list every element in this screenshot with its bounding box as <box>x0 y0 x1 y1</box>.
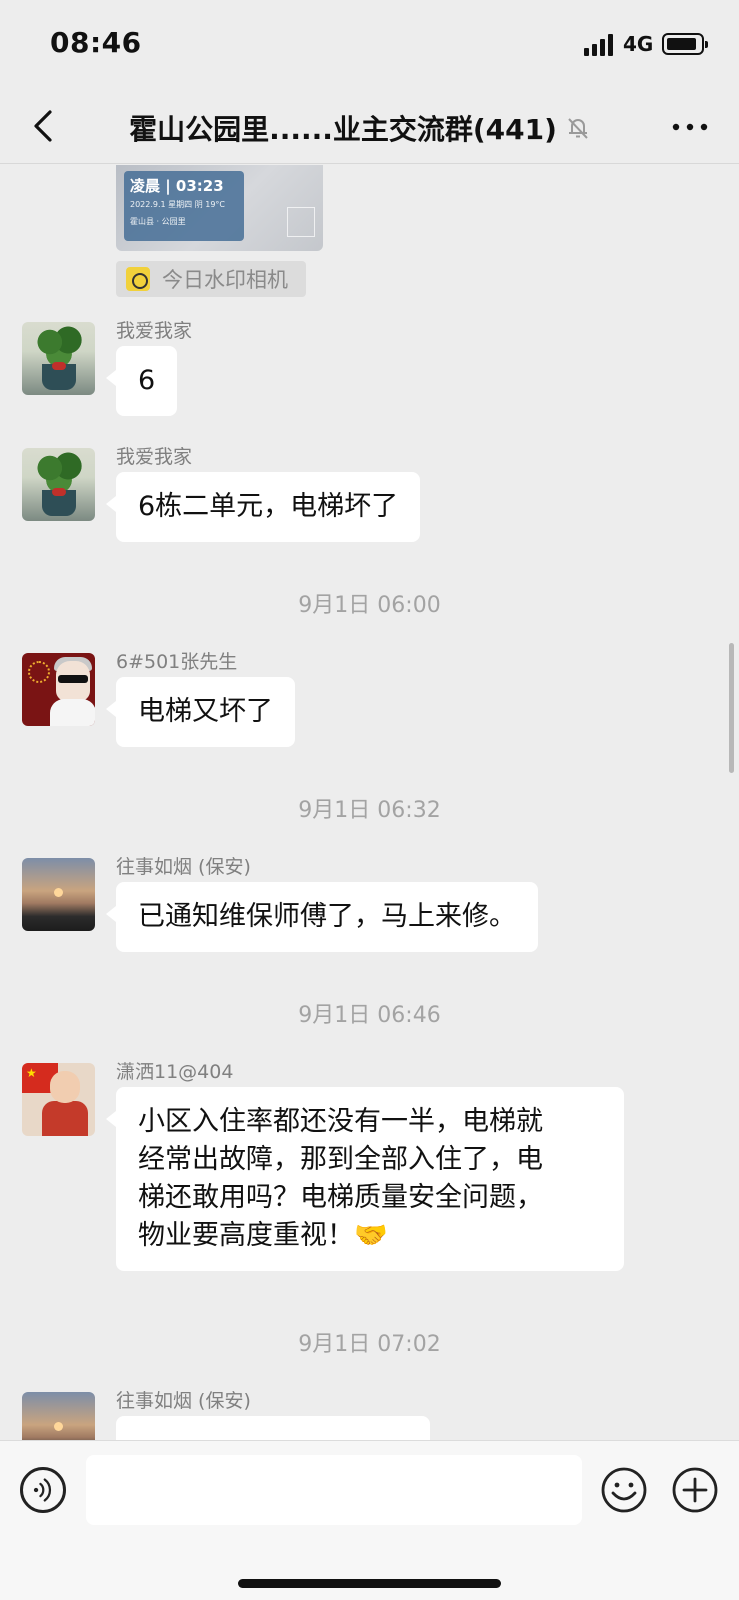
source-app-name: 今日水印相机 <box>162 268 288 292</box>
watermark-card: 凌晨 | 03:23 2022.9.1 星期四 阴 19°C 霍山县 · 公园里 <box>124 171 244 241</box>
message-line: 物业要高度重视！🤝 <box>138 1220 388 1251</box>
watermark-badge <box>287 207 315 237</box>
watermark-photo[interactable]: 凌晨 | 03:23 2022.9.1 星期四 阴 19°C 霍山县 · 公园里 <box>116 165 323 251</box>
message-line: 梯还敢用吗？电梯质量安全问题， <box>138 1182 543 1213</box>
message-bubble[interactable]: 已通知维保师傅了，马上来修。 <box>106 882 538 952</box>
group-title: 霍山公园里......业主交流群(441) <box>129 113 557 146</box>
message-bubble[interactable]: 6 <box>105 346 178 416</box>
sender-name: 我爱我家 <box>116 320 193 342</box>
time-separator: 9月1日 06:32 <box>298 798 441 823</box>
sender-name: 往事如烟 (保安) <box>116 1390 251 1412</box>
mute-bell-icon <box>568 118 588 139</box>
message-input[interactable] <box>86 1455 582 1525</box>
time-separator: 9月1日 06:00 <box>298 593 441 618</box>
scrollbar[interactable] <box>729 643 734 773</box>
chat-area[interactable]: 凌晨 | 03:23 2022.9.1 星期四 阴 19°C 霍山县 · 公园里… <box>0 165 739 1440</box>
watermark-date: 2022.9.1 星期四 阴 19°C <box>130 200 226 209</box>
avatar[interactable]: ★ <box>22 1063 95 1136</box>
plus-icon[interactable] <box>672 1467 718 1513</box>
status-bar: 08:46 4G <box>0 0 739 90</box>
message-line: 小区入住率都还没有一半，电梯就 <box>138 1106 543 1137</box>
camera-app-icon <box>126 267 150 291</box>
photo-source-tag[interactable]: 今日水印相机 <box>116 261 306 297</box>
battery-icon <box>662 33 708 55</box>
home-indicator[interactable] <box>238 1579 501 1588</box>
voice-input-icon[interactable] <box>20 1467 66 1513</box>
status-time: 08:46 <box>50 26 142 59</box>
avatar[interactable] <box>22 653 95 726</box>
signal-icon <box>584 34 616 56</box>
sender-name: 往事如烟 (保安) <box>116 856 251 878</box>
back-arrow-icon[interactable] <box>24 104 68 148</box>
more-options-icon[interactable] <box>668 112 712 142</box>
nav-bar: 霍山公园里......业主交流群(441) <box>0 90 739 164</box>
network-label: 4G <box>623 32 654 56</box>
avatar[interactable] <box>22 1392 95 1440</box>
message-bubble[interactable]: 电梯又坏了 <box>106 677 295 747</box>
watermark-place: 霍山县 · 公园里 <box>130 217 186 226</box>
sender-name: 6#501张先生 <box>116 651 238 673</box>
watermark-time: 凌晨 | 03:23 <box>130 177 224 195</box>
time-separator: 9月1日 07:02 <box>298 1332 441 1357</box>
nav-title-area[interactable]: 霍山公园里......业主交流群(441) <box>110 108 610 148</box>
message-bubble[interactable]: 6栋二单元，电梯坏了 <box>105 472 421 542</box>
avatar[interactable] <box>22 448 95 521</box>
avatar[interactable] <box>22 858 95 931</box>
input-bar <box>0 1440 739 1600</box>
message-bubble[interactable]: 小区入住率都还没有一半，电梯就 经常出故障，那到全部入住了，电 梯还敢用吗？电梯… <box>106 1087 624 1271</box>
avatar[interactable] <box>22 322 95 395</box>
sender-name: 潇洒11@404 <box>116 1061 234 1083</box>
message-bubble[interactable] <box>116 1416 430 1440</box>
sender-name: 我爱我家 <box>116 446 193 468</box>
time-separator: 9月1日 06:46 <box>298 1003 441 1028</box>
emoji-icon[interactable] <box>601 1467 647 1513</box>
message-line: 经常出故障，那到全部入住了，电 <box>138 1144 543 1175</box>
